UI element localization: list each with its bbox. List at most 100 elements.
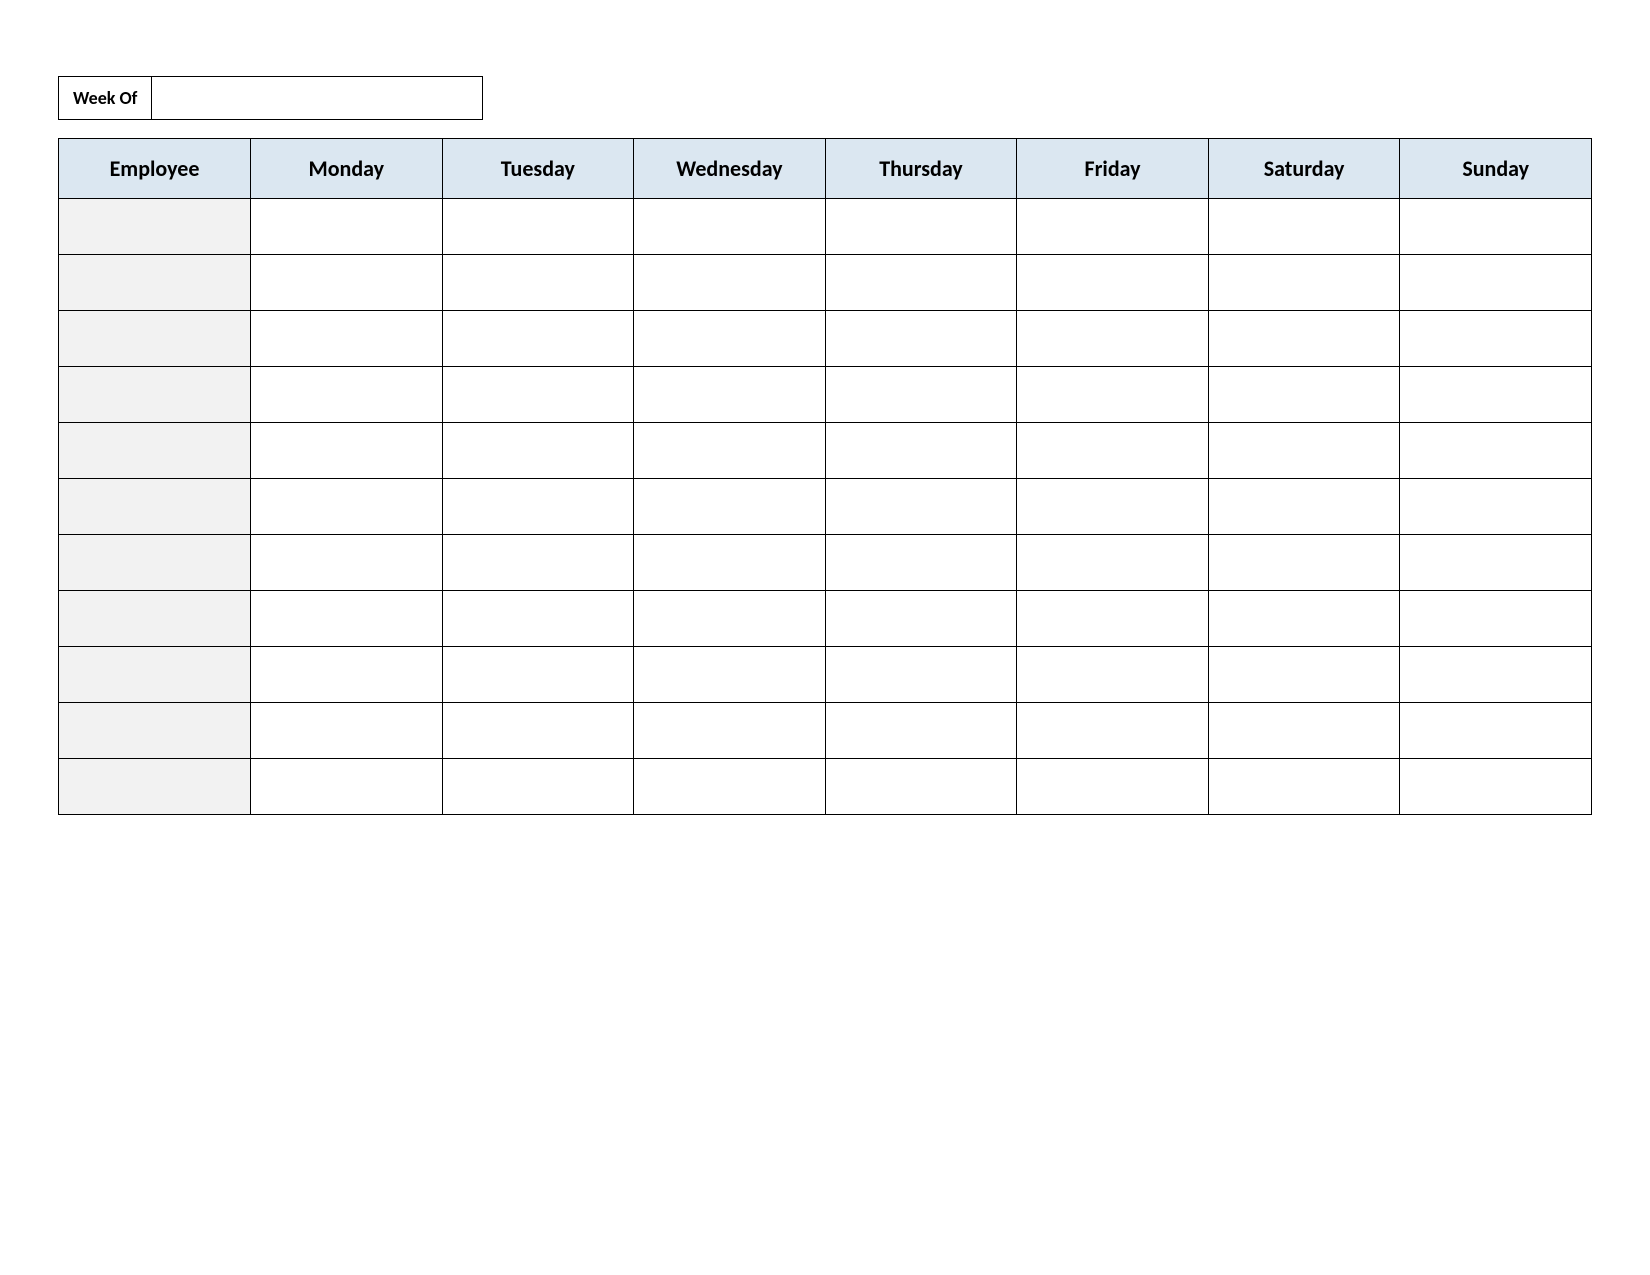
day-input[interactable] xyxy=(443,591,634,646)
day-input[interactable] xyxy=(1017,759,1208,814)
employee-input[interactable] xyxy=(59,759,250,814)
day-cell xyxy=(634,591,826,647)
employee-input[interactable] xyxy=(59,423,250,478)
day-input[interactable] xyxy=(251,255,442,310)
day-input[interactable] xyxy=(634,367,825,422)
day-input[interactable] xyxy=(443,367,634,422)
day-input[interactable] xyxy=(1017,367,1208,422)
day-input[interactable] xyxy=(826,647,1017,702)
day-input[interactable] xyxy=(634,703,825,758)
day-input[interactable] xyxy=(1209,591,1400,646)
day-input[interactable] xyxy=(1209,367,1400,422)
day-input[interactable] xyxy=(443,703,634,758)
day-input[interactable] xyxy=(443,199,634,254)
day-input[interactable] xyxy=(826,759,1017,814)
day-input[interactable] xyxy=(826,199,1017,254)
day-input[interactable] xyxy=(634,591,825,646)
employee-input[interactable] xyxy=(59,311,250,366)
day-input[interactable] xyxy=(826,311,1017,366)
day-input[interactable] xyxy=(634,255,825,310)
day-input[interactable] xyxy=(251,535,442,590)
day-input[interactable] xyxy=(443,255,634,310)
day-input[interactable] xyxy=(1209,423,1400,478)
day-input[interactable] xyxy=(1017,199,1208,254)
day-input[interactable] xyxy=(1017,423,1208,478)
day-input[interactable] xyxy=(1400,367,1591,422)
employee-input[interactable] xyxy=(59,367,250,422)
day-input[interactable] xyxy=(1400,703,1591,758)
day-input[interactable] xyxy=(1400,199,1591,254)
day-cell xyxy=(825,255,1017,311)
day-input[interactable] xyxy=(634,423,825,478)
week-of-input[interactable] xyxy=(152,77,482,119)
day-input[interactable] xyxy=(1017,311,1208,366)
day-input[interactable] xyxy=(634,647,825,702)
day-input[interactable] xyxy=(1400,591,1591,646)
day-input[interactable] xyxy=(251,759,442,814)
day-input[interactable] xyxy=(1017,479,1208,534)
day-input[interactable] xyxy=(443,759,634,814)
day-input[interactable] xyxy=(634,759,825,814)
day-input[interactable] xyxy=(826,423,1017,478)
day-input[interactable] xyxy=(1400,647,1591,702)
day-input[interactable] xyxy=(634,199,825,254)
employee-input[interactable] xyxy=(59,535,250,590)
day-input[interactable] xyxy=(826,703,1017,758)
day-input[interactable] xyxy=(826,367,1017,422)
day-input[interactable] xyxy=(251,199,442,254)
day-input[interactable] xyxy=(443,535,634,590)
day-input[interactable] xyxy=(251,423,442,478)
day-cell xyxy=(1208,311,1400,367)
day-input[interactable] xyxy=(1400,535,1591,590)
day-input[interactable] xyxy=(1209,703,1400,758)
day-input[interactable] xyxy=(826,535,1017,590)
day-cell xyxy=(634,703,826,759)
day-input[interactable] xyxy=(634,311,825,366)
employee-input[interactable] xyxy=(59,479,250,534)
employee-input[interactable] xyxy=(59,703,250,758)
day-input[interactable] xyxy=(1017,591,1208,646)
day-input[interactable] xyxy=(1400,759,1591,814)
table-row xyxy=(59,535,1592,591)
day-input[interactable] xyxy=(1400,423,1591,478)
day-input[interactable] xyxy=(443,647,634,702)
day-input[interactable] xyxy=(1209,199,1400,254)
day-input[interactable] xyxy=(443,311,634,366)
day-input[interactable] xyxy=(251,479,442,534)
day-input[interactable] xyxy=(443,423,634,478)
table-row xyxy=(59,591,1592,647)
day-cell xyxy=(825,311,1017,367)
day-input[interactable] xyxy=(1209,535,1400,590)
day-input[interactable] xyxy=(1017,703,1208,758)
day-input[interactable] xyxy=(443,479,634,534)
employee-input[interactable] xyxy=(59,199,250,254)
day-input[interactable] xyxy=(826,479,1017,534)
day-input[interactable] xyxy=(634,479,825,534)
day-input[interactable] xyxy=(251,367,442,422)
day-input[interactable] xyxy=(1209,255,1400,310)
day-input[interactable] xyxy=(1400,479,1591,534)
day-cell xyxy=(634,759,826,815)
day-cell xyxy=(251,759,443,815)
employee-input[interactable] xyxy=(59,255,250,310)
day-input[interactable] xyxy=(1209,759,1400,814)
day-input[interactable] xyxy=(634,535,825,590)
day-cell xyxy=(825,479,1017,535)
day-input[interactable] xyxy=(1400,255,1591,310)
day-input[interactable] xyxy=(826,591,1017,646)
day-input[interactable] xyxy=(1400,311,1591,366)
header-friday: Friday xyxy=(1017,139,1209,199)
day-input[interactable] xyxy=(1017,535,1208,590)
day-input[interactable] xyxy=(251,647,442,702)
day-input[interactable] xyxy=(251,703,442,758)
day-input[interactable] xyxy=(251,311,442,366)
day-input[interactable] xyxy=(826,255,1017,310)
day-input[interactable] xyxy=(1017,647,1208,702)
employee-input[interactable] xyxy=(59,591,250,646)
day-input[interactable] xyxy=(1209,479,1400,534)
day-input[interactable] xyxy=(1209,647,1400,702)
day-input[interactable] xyxy=(251,591,442,646)
day-input[interactable] xyxy=(1209,311,1400,366)
day-input[interactable] xyxy=(1017,255,1208,310)
employee-input[interactable] xyxy=(59,647,250,702)
